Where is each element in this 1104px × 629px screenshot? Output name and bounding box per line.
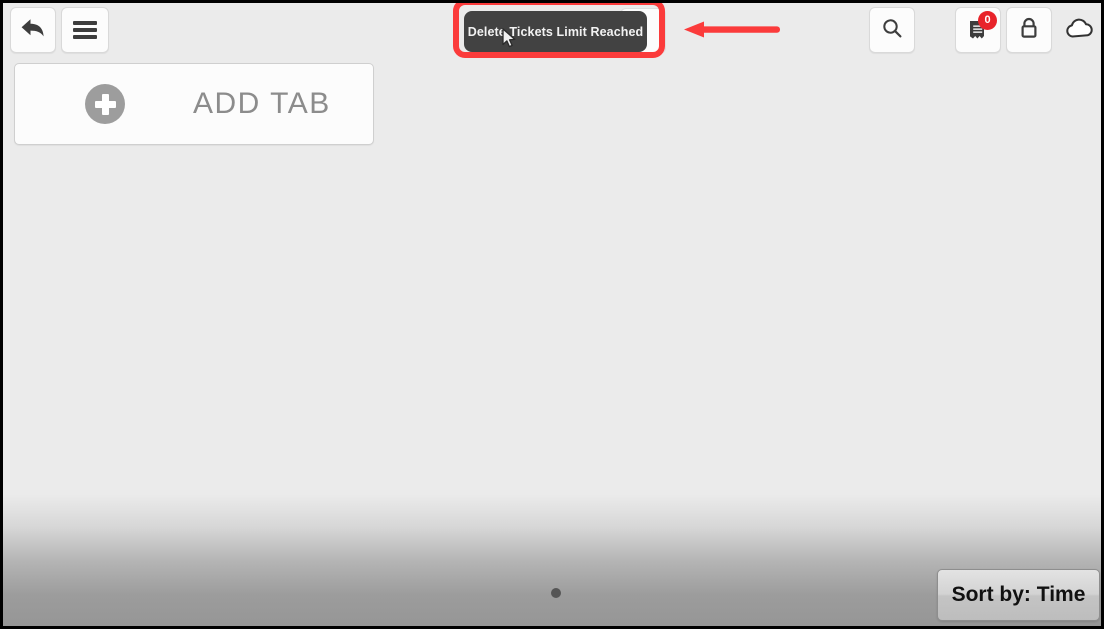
- app-window: 0 ADD TAB Delete Tickets Limit Reached S…: [0, 0, 1104, 629]
- cloud-sync-button[interactable]: [1058, 7, 1101, 53]
- lock-button[interactable]: [1006, 7, 1052, 53]
- search-icon: [881, 17, 903, 44]
- add-tab-label: ADD TAB: [193, 87, 331, 120]
- toast-message: Delete Tickets Limit Reached: [464, 11, 647, 52]
- tickets-count-badge: 0: [978, 11, 997, 30]
- menu-button[interactable]: [61, 7, 109, 53]
- tickets-icon-host: 0: [966, 11, 997, 42]
- sort-by-button[interactable]: Sort by: Time: [937, 569, 1100, 621]
- page-indicator-dot[interactable]: [551, 588, 561, 598]
- hamburger-menu-icon: [73, 21, 97, 39]
- tickets-button[interactable]: 0: [955, 7, 1001, 53]
- plus-circle-icon: [85, 84, 125, 124]
- lock-icon: [1018, 16, 1040, 45]
- search-button[interactable]: [869, 7, 915, 53]
- back-arrow-icon: [20, 16, 46, 45]
- cloud-icon: [1065, 17, 1095, 44]
- add-tab-button[interactable]: ADD TAB: [14, 63, 374, 145]
- back-button[interactable]: [10, 7, 56, 53]
- tickets-receipt-icon: [966, 21, 990, 46]
